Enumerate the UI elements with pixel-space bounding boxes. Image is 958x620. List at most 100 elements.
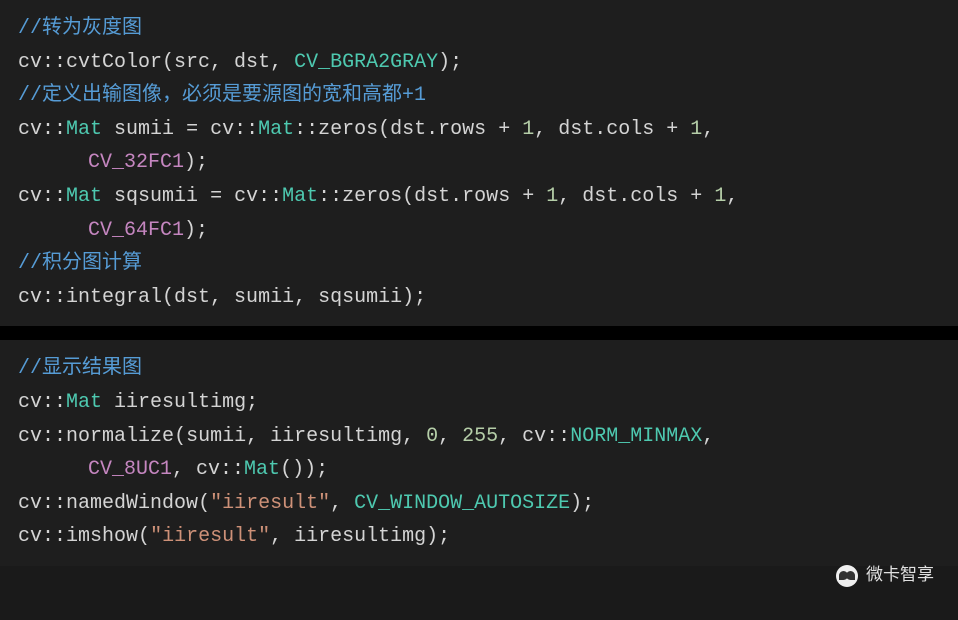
- function-token: imshow: [66, 525, 138, 548]
- scope-token: ::: [258, 185, 282, 208]
- type-token: Mat: [66, 185, 102, 208]
- punct-token: ,: [330, 492, 354, 515]
- scope-token: ::: [42, 185, 66, 208]
- namespace-token: cv: [18, 391, 42, 414]
- scope-token: ::: [42, 286, 66, 309]
- code-line: cv::normalize(sumii, iiresultimg, 0, 255…: [18, 420, 940, 454]
- punct-token: [510, 118, 522, 141]
- constant-token: CV_BGRA2GRAY: [294, 51, 438, 74]
- constant-token: NORM_MINMAX: [570, 425, 702, 448]
- code-pre-1: //转为灰度图cv::cvtColor(src, dst, CV_BGRA2GR…: [18, 12, 940, 314]
- identifier-token: sqsumii: [102, 185, 210, 208]
- comment-text: //转为灰度图: [18, 17, 142, 40]
- punct-token: );: [184, 219, 208, 242]
- code-line: cv::cvtColor(src, dst, CV_BGRA2GRAY);: [18, 46, 940, 80]
- indent: CV_8UC1, cv::Mat());: [18, 453, 328, 487]
- namespace-token: cv: [18, 425, 42, 448]
- punct-token: (sumii, iiresultimg,: [174, 425, 426, 448]
- punct-token: [678, 118, 690, 141]
- namespace-token: cv: [222, 185, 258, 208]
- punct-token: , dst.cols: [534, 118, 666, 141]
- scope-token: ::: [42, 51, 66, 74]
- number-token: 1: [546, 185, 558, 208]
- punct-token: (dst, sumii, sqsumii);: [162, 286, 426, 309]
- constant-token: CV_8UC1: [88, 458, 172, 481]
- punct-token: ,: [438, 425, 462, 448]
- code-line: cv::namedWindow("iiresult", CV_WINDOW_AU…: [18, 487, 940, 521]
- code-line: cv::imshow("iiresult", iiresultimg);: [18, 520, 940, 554]
- operator-token: +: [522, 185, 534, 208]
- scope-token: ::: [546, 425, 570, 448]
- function-token: integral: [66, 286, 162, 309]
- punct-token: (src, dst,: [162, 51, 294, 74]
- punct-token: ,: [726, 185, 738, 208]
- punct-token: [534, 185, 546, 208]
- code-block-2: //显示结果图cv::Mat iiresultimg;cv::normalize…: [0, 340, 958, 566]
- comment-text: //定义出输图像，必须是要源图的宽和高都+1: [18, 84, 426, 107]
- code-line: //定义出输图像，必须是要源图的宽和高都+1: [18, 79, 940, 113]
- punct-token: , cv: [172, 458, 220, 481]
- namespace-token: cv: [18, 118, 42, 141]
- code-line: CV_32FC1);: [18, 146, 940, 180]
- operator-token: =: [210, 185, 222, 208]
- number-token: 0: [426, 425, 438, 448]
- code-line: //积分图计算: [18, 247, 940, 281]
- number-token: 1: [522, 118, 534, 141]
- function-token: namedWindow: [66, 492, 198, 515]
- string-token: "iiresult": [210, 492, 330, 515]
- scope-token: ::: [42, 118, 66, 141]
- function-token: zeros: [318, 118, 378, 141]
- code-line: CV_64FC1);: [18, 214, 940, 248]
- punct-token: );: [570, 492, 594, 515]
- namespace-token: cv: [18, 185, 42, 208]
- identifier-token: iiresultimg;: [102, 391, 258, 414]
- code-line: cv::integral(dst, sumii, sqsumii);: [18, 281, 940, 315]
- punct-token: ());: [280, 458, 328, 481]
- number-token: 1: [690, 118, 702, 141]
- punct-token: [702, 185, 714, 208]
- type-token: Mat: [244, 458, 280, 481]
- scope-token: ::: [42, 391, 66, 414]
- scope-token: ::: [42, 492, 66, 515]
- scope-token: ::: [42, 425, 66, 448]
- identifier-token: sumii: [102, 118, 186, 141]
- string-token: "iiresult": [150, 525, 270, 548]
- punct-token: (dst.rows: [402, 185, 522, 208]
- code-pre-2: //显示结果图cv::Mat iiresultimg;cv::normalize…: [18, 352, 940, 554]
- constant-token: CV_64FC1: [88, 219, 184, 242]
- wechat-icon: [836, 565, 858, 587]
- namespace-token: cv: [18, 51, 42, 74]
- indent: CV_64FC1);: [18, 214, 208, 248]
- punct-token: , cv: [498, 425, 546, 448]
- punct-token: , iiresultimg);: [270, 525, 450, 548]
- punct-token: );: [438, 51, 462, 74]
- comment-text: //显示结果图: [18, 357, 142, 380]
- punct-token: (: [198, 492, 210, 515]
- number-token: 255: [462, 425, 498, 448]
- type-token: Mat: [66, 118, 102, 141]
- type-token: Mat: [258, 118, 294, 141]
- namespace-token: cv: [198, 118, 234, 141]
- punct-token: , dst.cols: [558, 185, 690, 208]
- operator-token: +: [690, 185, 702, 208]
- function-token: zeros: [342, 185, 402, 208]
- function-token: cvtColor: [66, 51, 162, 74]
- constant-token: CV_WINDOW_AUTOSIZE: [354, 492, 570, 515]
- namespace-token: cv: [18, 525, 42, 548]
- scope-token: ::: [318, 185, 342, 208]
- punct-token: );: [184, 151, 208, 174]
- function-token: normalize: [66, 425, 174, 448]
- punct-token: ,: [702, 425, 714, 448]
- block-divider: [0, 326, 958, 340]
- operator-token: +: [666, 118, 678, 141]
- code-line: //转为灰度图: [18, 12, 940, 46]
- operator-token: +: [498, 118, 510, 141]
- punct-token: (: [138, 525, 150, 548]
- scope-token: ::: [294, 118, 318, 141]
- watermark-text: 微卡智享: [866, 561, 934, 590]
- operator-token: =: [186, 118, 198, 141]
- scope-token: ::: [42, 525, 66, 548]
- code-line: cv::Mat iiresultimg;: [18, 386, 940, 420]
- watermark: 微卡智享: [836, 561, 934, 590]
- number-token: 1: [714, 185, 726, 208]
